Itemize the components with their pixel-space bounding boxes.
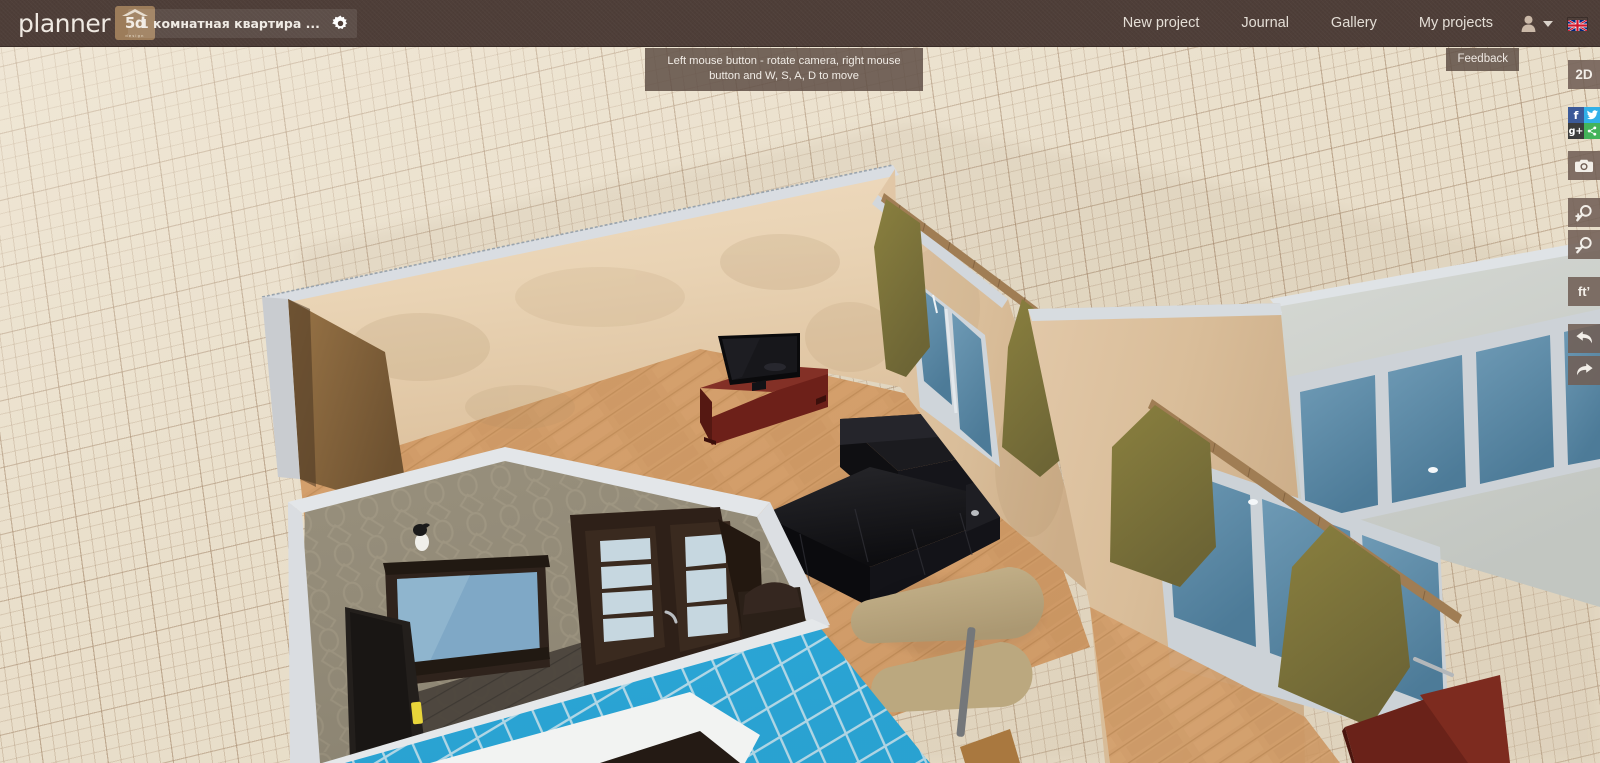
planner5d-app: Left mouse button - rotate camera, right…	[0, 0, 1600, 763]
units-label: ft’	[1577, 284, 1591, 299]
facebook-share-label: f	[1573, 108, 1579, 122]
nav-my-projects[interactable]: My projects	[1398, 0, 1514, 47]
feedback-tab[interactable]: Feedback	[1446, 48, 1519, 71]
googleplus-share-icon[interactable]: g+	[1568, 123, 1584, 139]
toggle-2d-label: 2D	[1575, 67, 1593, 82]
redo-icon	[1576, 362, 1593, 375]
social-share-group: f g+	[1568, 107, 1600, 139]
undo-button[interactable]	[1568, 324, 1600, 353]
camera-controls-tooltip: Left mouse button - rotate camera, right…	[645, 48, 923, 91]
user-menu[interactable]	[1521, 0, 1553, 47]
zoom-out-button[interactable]	[1568, 230, 1600, 259]
chevron-down-icon[interactable]	[1543, 20, 1553, 27]
main-navigation: New project Journal Gallery My projects	[1102, 0, 1514, 47]
user-avatar-icon	[1521, 15, 1536, 32]
facebook-share-icon[interactable]: f	[1568, 107, 1584, 123]
uk-flag-icon[interactable]	[1567, 17, 1588, 32]
zoom-in-icon	[1575, 204, 1592, 221]
share-icon[interactable]	[1584, 123, 1600, 139]
units-toggle-button[interactable]: ft’	[1568, 277, 1600, 306]
right-toolbar: 2D f g+ ft’	[1568, 60, 1600, 396]
gear-icon[interactable]	[332, 15, 349, 32]
screenshot-button[interactable]	[1568, 151, 1600, 180]
redo-button[interactable]	[1568, 356, 1600, 385]
zoom-out-icon	[1575, 236, 1592, 253]
floorplan-3d-model[interactable]	[0, 47, 1600, 763]
3d-viewport[interactable]	[0, 47, 1600, 763]
twitter-share-icon[interactable]	[1584, 107, 1600, 123]
googleplus-share-label: g+	[1568, 125, 1584, 137]
project-name-field[interactable]: 1 комнатная квартира ...	[128, 9, 357, 38]
nav-journal[interactable]: Journal	[1220, 0, 1310, 47]
nav-gallery[interactable]: Gallery	[1310, 0, 1398, 47]
toggle-2d-view-button[interactable]: 2D	[1568, 60, 1600, 89]
camera-icon	[1575, 159, 1593, 173]
logo-wordmark: planner	[18, 8, 110, 38]
zoom-in-button[interactable]	[1568, 198, 1600, 227]
nav-new-project[interactable]: New project	[1102, 0, 1221, 47]
top-header-bar: planner 5d design 1 комнатная квартира .…	[0, 0, 1600, 47]
project-title-text: 1 комнатная квартира ...	[140, 16, 320, 31]
undo-icon	[1575, 330, 1592, 343]
